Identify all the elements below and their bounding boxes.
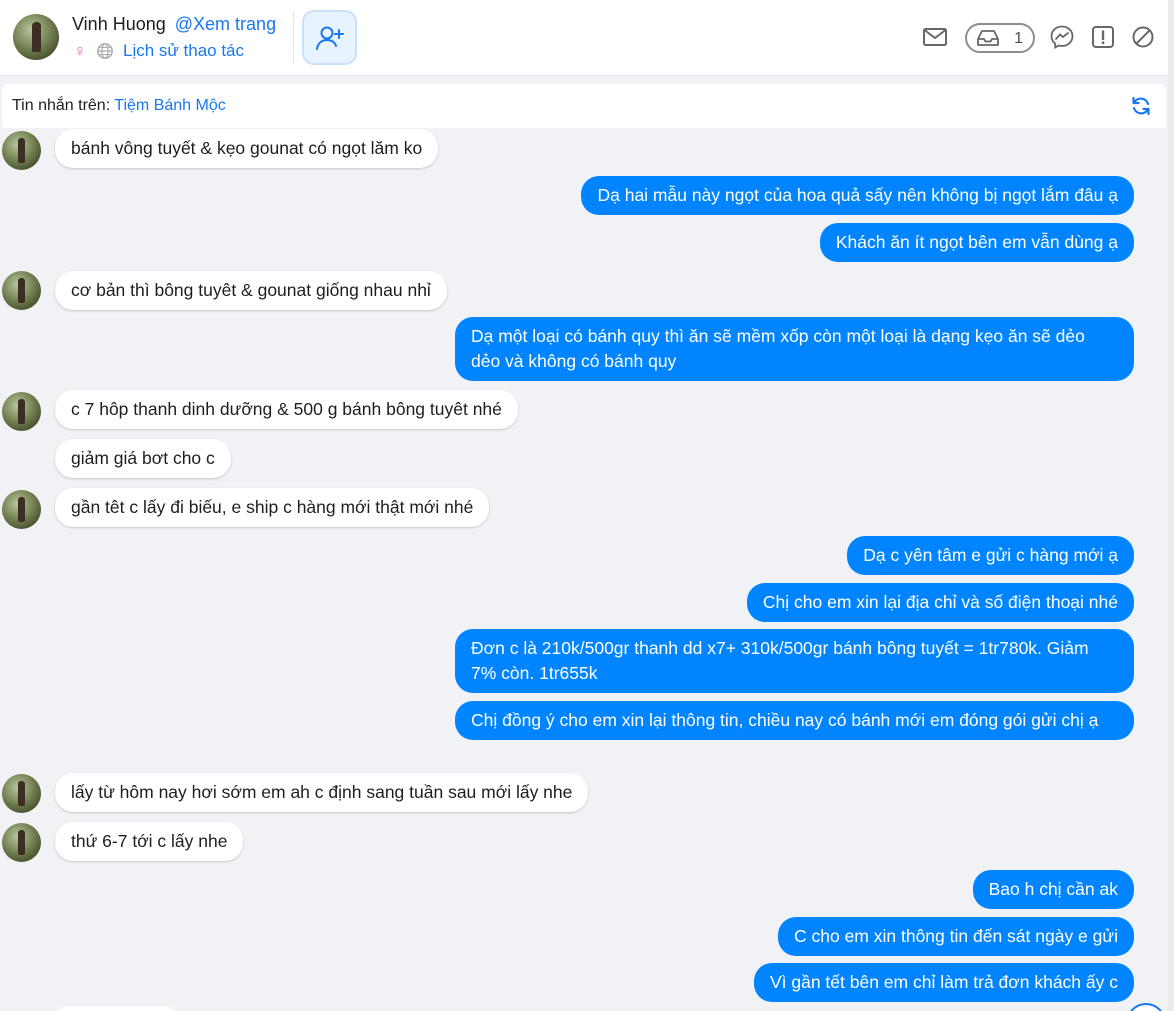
incoming-message[interactable]: gần têt c lấy đi biếu, e ship c hàng mới…	[55, 488, 490, 527]
sender-avatar[interactable]	[2, 823, 41, 862]
sender-avatar[interactable]	[2, 774, 41, 813]
sender-avatar[interactable]	[2, 490, 41, 529]
incoming-message[interactable]: c 7 hôp thanh dinh dưỡng & 500 g bánh bô…	[55, 390, 518, 429]
outgoing-message[interactable]: Chị cho em xin lại địa chỉ và số điện th…	[746, 583, 1134, 622]
conversation-window: Vinh Huong @Xem trang ♀ Lịch sử thao tác	[0, 0, 1174, 1011]
incoming-message[interactable]: cơ bản thì bông tuyêt & gounat giống nha…	[55, 271, 447, 310]
outgoing-message[interactable]: Đơn c là 210k/500gr thanh dd x7+ 310k/50…	[455, 629, 1134, 693]
outgoing-message[interactable]: Vì gần tết bên em chỉ làm trả đơn khách …	[753, 963, 1134, 1002]
message-thread[interactable]: bánh vông tuyết & kẹo gounat có ngọt lăm…	[0, 128, 1168, 1011]
view-page-link[interactable]: @Xem trang	[175, 14, 276, 34]
incoming-message[interactable]: lấy từ hôm nay hơi sớm em ah c định sang…	[55, 773, 589, 812]
customer-meta-row: ♀ Lịch sử thao tác	[72, 40, 244, 62]
inbox-count: 1	[1014, 30, 1023, 47]
outgoing-message[interactable]: Dạ một loại có bánh quy thì ăn sẽ mềm xố…	[455, 317, 1134, 381]
customer-avatar[interactable]	[13, 14, 59, 60]
mail-icon[interactable]	[922, 24, 948, 50]
add-friend-icon	[315, 26, 344, 50]
message-source-prefix: Tin nhắn trên:	[12, 97, 111, 114]
action-history-link[interactable]: Lịch sử thao tác	[123, 41, 244, 61]
female-icon: ♀	[73, 40, 87, 61]
header-divider	[293, 12, 294, 64]
block-icon[interactable]	[1130, 24, 1156, 50]
outgoing-message[interactable]: Dạ c yên tâm e gửi c hàng mới ạ	[847, 536, 1134, 575]
scrollbar[interactable]	[1168, 0, 1174, 1011]
outgoing-message[interactable]: Bao h chị cần ak	[972, 870, 1134, 909]
add-friend-button[interactable]	[302, 10, 357, 65]
outgoing-message[interactable]: C cho em xin thông tin đến sát ngày e gử…	[778, 917, 1134, 956]
message-source-bar: Tin nhắn trên: Tiệm Bánh Mộc	[2, 84, 1166, 128]
sender-avatar[interactable]	[2, 271, 41, 310]
conversation-header: Vinh Huong @Xem trang ♀ Lịch sử thao tác	[0, 0, 1168, 76]
inbox-icon	[977, 30, 999, 46]
sender-avatar[interactable]	[2, 392, 41, 431]
incoming-message[interactable]: giảm giá bơt cho c	[55, 439, 231, 478]
outgoing-message[interactable]: Chị đồng ý cho em xin lại thông tin, chi…	[455, 701, 1134, 740]
globe-icon	[97, 43, 113, 59]
outgoing-message[interactable]: Khách ăn ít ngọt bên em vẫn dùng ạ	[819, 223, 1134, 262]
message-source-page-link[interactable]: Tiệm Bánh Mộc	[114, 97, 225, 114]
customer-name-row: Vinh Huong @Xem trang	[72, 14, 276, 35]
report-icon[interactable]	[1090, 24, 1116, 50]
inbox-counter-button[interactable]: 1	[965, 23, 1035, 53]
outgoing-message[interactable]: Dạ hai mẫu này ngọt của hoa quả sấy nên …	[581, 176, 1134, 215]
messenger-icon[interactable]	[1049, 24, 1075, 50]
incoming-message-partial[interactable]	[56, 1006, 176, 1011]
incoming-message[interactable]: bánh vông tuyết & kẹo gounat có ngọt lăm…	[55, 129, 439, 168]
message-source-label: Tin nhắn trên: Tiệm Bánh Mộc	[12, 97, 226, 115]
incoming-message[interactable]: thứ 6-7 tới c lấy nhe	[55, 822, 244, 861]
customer-name[interactable]: Vinh Huong	[72, 14, 166, 34]
sender-avatar[interactable]	[2, 131, 41, 170]
refresh-icon[interactable]	[1130, 95, 1152, 117]
